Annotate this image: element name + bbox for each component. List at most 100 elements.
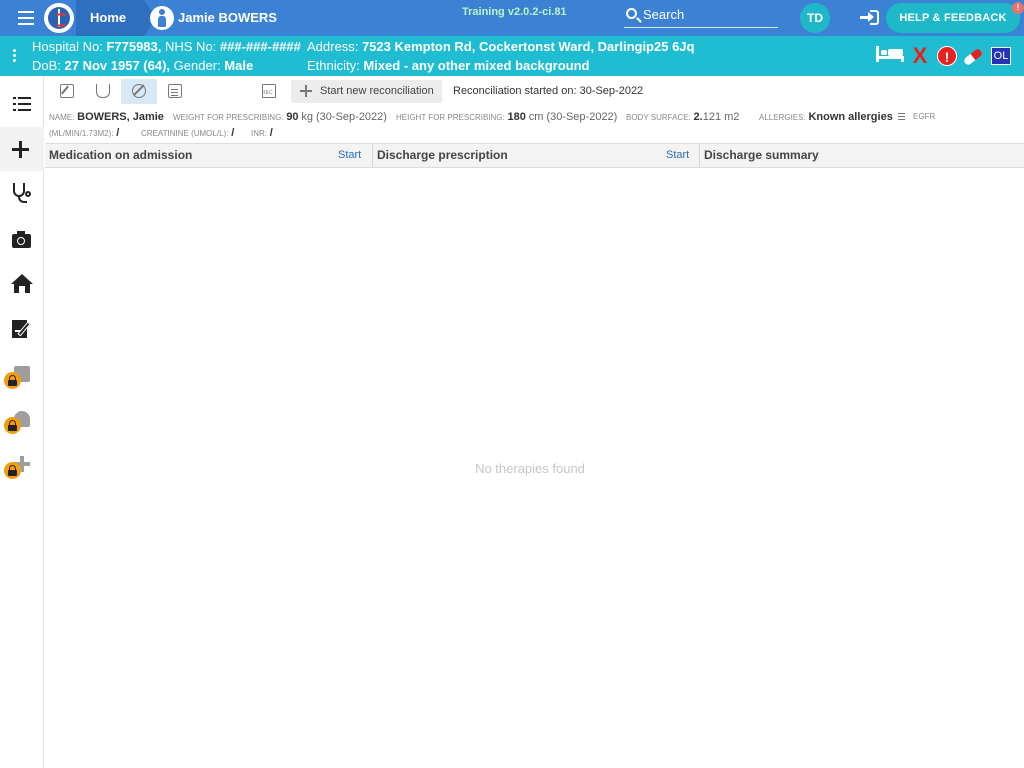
- allergies-label: ALLERGIES:: [759, 113, 806, 122]
- ethnicity-line: Ethnicity: Mixed - any other mixed backg…: [307, 58, 589, 73]
- menu-icon[interactable]: [18, 11, 34, 25]
- document-sign-icon[interactable]: [0, 307, 44, 351]
- gender-value: Male: [224, 58, 254, 73]
- body-surface-field: BODY SURFACE: 2.121 m2: [626, 111, 739, 123]
- search-input[interactable]: Search: [624, 5, 778, 28]
- creatinine-value: /: [231, 127, 235, 139]
- reconciliation-started-text: Reconciliation started on: 30-Sep-2022: [453, 85, 644, 97]
- top-bar: Home Jamie BOWERS Training v2.0.2-ci.81 …: [0, 0, 1024, 36]
- body-surface-unit: 121 m2: [702, 111, 740, 123]
- app-logo[interactable]: [44, 3, 74, 33]
- more-options-icon[interactable]: [13, 49, 16, 64]
- column-divider: [372, 144, 373, 167]
- add-locked-icon[interactable]: [0, 442, 44, 486]
- camera-icon[interactable]: [0, 217, 44, 261]
- inr-label: INR:: [251, 129, 267, 138]
- column-discharge-summary: Discharge summary: [704, 148, 819, 162]
- clipboard-icon[interactable]: [0, 352, 44, 396]
- medication-toolbar: Start new reconciliation Reconciliation …: [45, 76, 1024, 108]
- user-avatar[interactable]: TD: [800, 3, 830, 33]
- cross-icon[interactable]: X: [910, 44, 930, 68]
- nhs-no-value: ###-###-####: [219, 39, 301, 54]
- start-discharge-link[interactable]: Start: [666, 144, 689, 167]
- egfr-value: /: [116, 127, 120, 139]
- height-value: 180: [507, 111, 526, 123]
- nhs-no-label: NHS No:: [165, 39, 217, 54]
- ethnicity-value: Mixed - any other mixed background: [363, 58, 590, 73]
- weight-label: WEIGHT FOR PRESCRIBING:: [173, 113, 284, 122]
- medication-table-header: Medication on admission Start Discharge …: [45, 143, 1024, 168]
- breadcrumb-patient[interactable]: Jamie BOWERS: [178, 0, 277, 36]
- weight-unit: kg (30-Sep-2022): [301, 111, 387, 123]
- address-value: 7523 Kempton Rd, Cockertonst Ward, Darli…: [361, 39, 695, 54]
- help-feedback-button[interactable]: HELP & FEEDBACK: [886, 3, 1020, 33]
- empty-state-message: No therapies found: [475, 461, 585, 476]
- search-icon: [626, 8, 637, 19]
- address-line: Address: 7523 Kempton Rd, Cockertonst Wa…: [307, 39, 694, 54]
- column-discharge-prescription: Discharge prescription: [377, 148, 508, 162]
- creatinine-field: CREATININE (UMOL/L): /: [141, 127, 234, 139]
- bed-icon[interactable]: [876, 46, 904, 64]
- allergies-value[interactable]: Known allergies: [808, 111, 892, 123]
- weight-value: 90: [286, 111, 299, 123]
- lock-icon: [4, 462, 21, 479]
- ol-badge[interactable]: OL: [991, 47, 1011, 65]
- dob-value: 27 Nov 1957 (64),: [64, 58, 171, 73]
- allergy-list-icon[interactable]: [897, 113, 905, 120]
- egfr-unit-label: (ML/MIN/1.73M2):: [49, 129, 114, 138]
- stop-medication-icon[interactable]: [121, 79, 157, 104]
- training-version-label: Training v2.0.2-ci.81: [462, 6, 567, 18]
- dob-gender-line: DoB: 27 Nov 1957 (64), Gender: Male: [32, 58, 253, 73]
- inr-field: INR: /: [251, 127, 273, 139]
- column-medication-on-admission: Medication on admission: [49, 148, 193, 162]
- address-label: Address:: [307, 39, 359, 54]
- pill-icon[interactable]: [962, 47, 984, 67]
- alert-icon[interactable]: !: [937, 46, 957, 66]
- egfr-unit-field: (ML/MIN/1.73M2): /: [49, 127, 119, 139]
- dob-label: DoB:: [32, 58, 61, 73]
- home-icon[interactable]: [0, 262, 44, 306]
- hospital-no-label: Hospital No:: [32, 39, 103, 54]
- weight-field: WEIGHT FOR PRESCRIBING: 90 kg (30-Sep-20…: [173, 111, 387, 123]
- start-reconciliation-label: Start new reconciliation: [320, 85, 434, 97]
- document-icon[interactable]: [157, 79, 193, 104]
- lock-icon: [4, 417, 21, 434]
- column-divider: [699, 144, 700, 167]
- name-label: NAME:: [49, 113, 75, 122]
- height-unit: cm (30-Sep-2022): [528, 111, 618, 123]
- hand-icon[interactable]: [85, 79, 121, 104]
- patient-banner: Hospital No: F775983, NHS No: ###-###-##…: [0, 36, 1024, 76]
- inr-value: /: [269, 127, 273, 139]
- left-nav: [0, 76, 44, 768]
- name-value: BOWERS, Jamie: [77, 111, 164, 123]
- gender-label: Gender:: [173, 58, 221, 73]
- add-icon[interactable]: [0, 127, 44, 171]
- hospital-no-value: F775983,: [106, 39, 162, 54]
- list-icon[interactable]: [0, 82, 44, 126]
- name-field: NAME: BOWERS, Jamie: [49, 111, 164, 123]
- plus-icon: [300, 85, 312, 97]
- breadcrumb-home[interactable]: Home: [76, 0, 157, 36]
- body-surface-label: BODY SURFACE:: [626, 113, 691, 122]
- body-surface-value: 2.: [693, 111, 703, 123]
- height-field: HEIGHT FOR PRESCRIBING: 180 cm (30-Sep-2…: [396, 111, 617, 123]
- height-label: HEIGHT FOR PRESCRIBING:: [396, 113, 505, 122]
- egfr-label: EGFR: [913, 112, 936, 121]
- help-notification-badge: !: [1012, 2, 1024, 14]
- search-label: Search: [643, 7, 685, 22]
- logout-icon[interactable]: [860, 9, 880, 27]
- person-walk-icon[interactable]: [0, 397, 44, 441]
- allergies-field[interactable]: ALLERGIES: Known allergies: [759, 111, 905, 123]
- egfr-field: EGFR: [913, 111, 935, 122]
- person-icon: [150, 6, 174, 30]
- edit-icon[interactable]: [49, 79, 85, 104]
- stethoscope-icon[interactable]: [0, 172, 44, 216]
- hospital-nhs-line: Hospital No: F775983, NHS No: ###-###-##…: [32, 39, 301, 54]
- start-reconciliation-button[interactable]: Start new reconciliation: [291, 80, 442, 103]
- creatinine-label: CREATININE (UMOL/L):: [141, 129, 229, 138]
- ethnicity-label: Ethnicity:: [307, 58, 360, 73]
- reconciliation-report-icon[interactable]: [251, 79, 287, 104]
- lock-icon: [4, 372, 21, 389]
- start-admission-link[interactable]: Start: [338, 144, 361, 167]
- patient-info-strip: NAME: BOWERS, Jamie WEIGHT FOR PRESCRIBI…: [49, 110, 1019, 142]
